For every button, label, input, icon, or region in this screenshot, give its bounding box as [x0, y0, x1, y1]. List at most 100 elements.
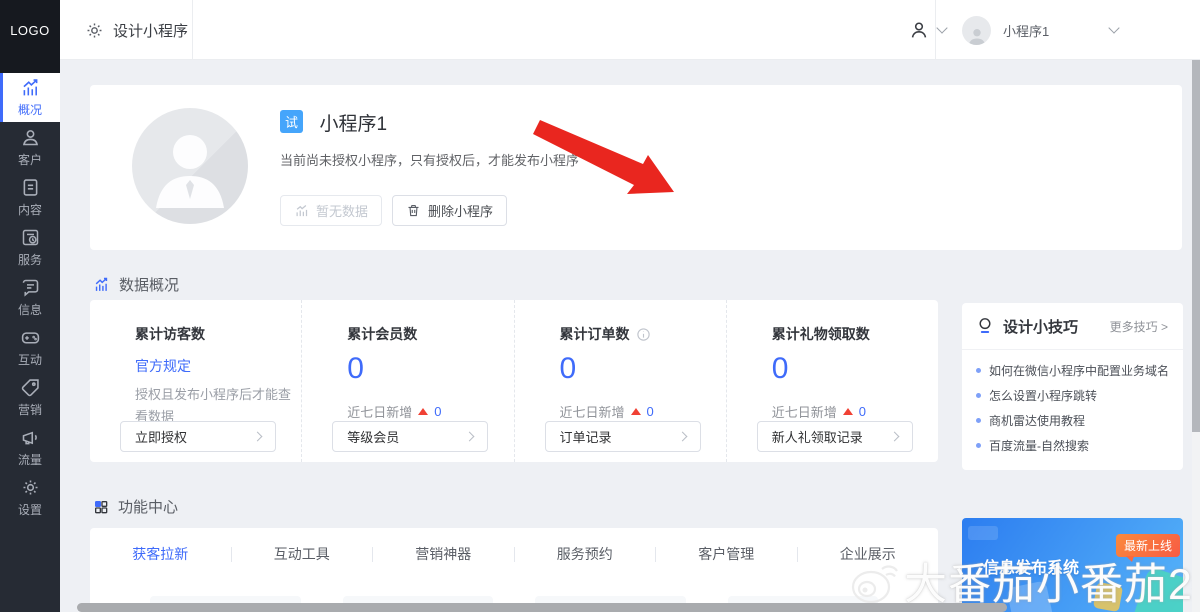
tips-title: 设计小技巧 [1003, 316, 1078, 337]
trial-badge: 试 [280, 110, 303, 133]
stat-title: 累计访客数 [135, 324, 301, 344]
increase-triangle-icon [418, 408, 428, 415]
bullet-icon [976, 393, 981, 398]
stat-button-label: 新人礼领取记录 [772, 427, 863, 446]
sidebar-item-content[interactable]: 内容 [0, 172, 60, 222]
tab-design-miniprogram[interactable]: 设计小程序 [60, 0, 193, 60]
vertical-scrollbar-thumb[interactable] [1192, 60, 1200, 432]
mini-chart-icon [294, 203, 309, 218]
user-menu[interactable] [908, 0, 946, 60]
no-data-label: 暂无数据 [316, 201, 368, 220]
sidebar-item-marketing[interactable]: 营销 [0, 372, 60, 422]
stat-button-label: 立即授权 [135, 427, 187, 446]
stat-button-label: 等级会员 [347, 427, 399, 446]
interaction-icon [20, 327, 41, 348]
account-menu[interactable]: 小程序1 [962, 0, 1049, 60]
info-publish-banner[interactable]: 信息发布系统 最新上线 [962, 518, 1183, 612]
sidebar-item-settings[interactable]: 设置 [0, 472, 60, 522]
stat-title: 累计礼物领取数 [772, 324, 938, 344]
customer-icon [20, 127, 41, 148]
content-icon [20, 177, 41, 198]
user-icon [908, 19, 930, 41]
sidebar-item-label: 信息 [18, 301, 42, 318]
chevron-right-icon [677, 432, 687, 442]
sidebar-item-messages[interactable]: 信息 [0, 272, 60, 322]
chevron-down-icon [1108, 22, 1119, 33]
sidebar-item-customers[interactable]: 客户 [0, 122, 60, 172]
horizontal-scrollbar-thumb[interactable] [77, 603, 1007, 612]
tab-acquire-customers[interactable]: 获客拉新 [90, 544, 231, 564]
feature-center-card: 获客拉新 互动工具 营销神器 服务预约 客户管理 企业展示 [90, 528, 938, 612]
stat-members: 累计会员数 0 近七日新增 0 等级会员 [301, 300, 513, 462]
miniprogram-profile-card: 试 小程序1 当前尚未授权小程序，只有授权后，才能发布小程序 暂无数据 删除小程… [90, 85, 1182, 250]
profile-info: 试 小程序1 当前尚未授权小程序，只有授权后，才能发布小程序 [280, 109, 579, 169]
delete-label: 删除小程序 [428, 201, 493, 220]
official-rules-link[interactable]: 官方规定 [135, 356, 301, 376]
sidebar-item-services[interactable]: 服务 [0, 222, 60, 272]
order-records-button[interactable]: 订单记录 [545, 421, 701, 452]
marketing-tag-icon [20, 377, 41, 398]
authorize-hint-text: 当前尚未授权小程序，只有授权后，才能发布小程序 [280, 150, 579, 169]
tip-text: 百度流量-自然搜索 [989, 438, 1089, 454]
tab-service-booking[interactable]: 服务预约 [515, 544, 656, 564]
tip-link[interactable]: 如何在微信小程序中配置业务域名? [976, 363, 1169, 379]
sidebar-item-label: 流量 [18, 451, 42, 468]
delta-label: 近七日新增 [347, 402, 412, 421]
chevron-right-icon [253, 432, 263, 442]
decoration [1131, 566, 1183, 612]
stat-value: 0 [347, 352, 513, 386]
stat-title: 累计会员数 [347, 324, 513, 344]
sidebar-item-label: 设置 [18, 501, 42, 518]
sidebar-item-interaction[interactable]: 互动 [0, 322, 60, 372]
increase-triangle-icon [631, 408, 641, 415]
message-icon [20, 277, 41, 298]
sidebar-item-overview[interactable]: 概况 [0, 73, 60, 122]
chevron-right-icon [889, 432, 899, 442]
tip-link[interactable]: 百度流量-自然搜索 [976, 438, 1169, 454]
stat-title: 累计订单数 [560, 324, 630, 344]
delta-value: 0 [647, 404, 654, 419]
tip-link[interactable]: 商机雷达使用教程 [976, 413, 1169, 429]
lamp-icon [977, 317, 993, 335]
account-avatar [962, 16, 991, 45]
decoration [968, 526, 998, 540]
delta-label: 近七日新增 [560, 402, 625, 421]
delta-value: 0 [859, 404, 866, 419]
authorize-now-button[interactable]: 立即授权 [120, 421, 276, 452]
vertical-scrollbar[interactable] [1192, 60, 1200, 612]
delta-label: 近七日新增 [772, 402, 837, 421]
stat-visitors: 累计访客数 官方规定 授权且发布小程序后才能查看数据 立即授权 [90, 300, 301, 462]
new-release-badge: 最新上线 [1116, 534, 1180, 557]
miniprogram-avatar [132, 108, 248, 224]
data-overview-header: 数据概况 [93, 274, 179, 295]
decoration [1093, 582, 1123, 612]
sidebar-item-label: 概况 [18, 101, 42, 118]
chart-overview-icon [20, 77, 41, 98]
account-name: 小程序1 [1003, 21, 1049, 40]
grid-icon [93, 499, 109, 515]
data-overview-card: 累计访客数 官方规定 授权且发布小程序后才能查看数据 立即授权 累计会员数 0 … [90, 300, 938, 462]
tab-marketing-tools[interactable]: 营销神器 [373, 544, 514, 564]
bullet-icon [976, 443, 981, 448]
info-icon[interactable] [636, 327, 651, 342]
top-header: LOGO 设计小程序 小程序1 [0, 0, 1200, 60]
stat-gifts: 累计礼物领取数 0 近七日新增 0 新人礼领取记录 [726, 300, 938, 462]
member-levels-button[interactable]: 等级会员 [332, 421, 488, 452]
no-data-button[interactable]: 暂无数据 [280, 195, 382, 226]
increase-triangle-icon [843, 408, 853, 415]
gift-records-button[interactable]: 新人礼领取记录 [757, 421, 913, 452]
tab-interactive-tools[interactable]: 互动工具 [232, 544, 373, 564]
decoration [1006, 580, 1053, 612]
delete-miniprogram-button[interactable]: 删除小程序 [392, 195, 507, 226]
tab-customer-management[interactable]: 客户管理 [656, 544, 797, 564]
sidebar-item-label: 服务 [18, 251, 42, 268]
sidebar-item-label: 营销 [18, 401, 42, 418]
tip-text: 怎么设置小程序跳转 [989, 388, 1097, 404]
design-tips-panel: 设计小技巧 更多技巧 > 如何在微信小程序中配置业务域名? 怎么设置小程序跳转 … [962, 303, 1183, 470]
sidebar-item-traffic[interactable]: 流量 [0, 422, 60, 472]
chart-overview-icon [93, 276, 110, 293]
chevron-down-icon [936, 22, 947, 33]
tab-enterprise-display[interactable]: 企业展示 [798, 544, 939, 564]
tip-link[interactable]: 怎么设置小程序跳转 [976, 388, 1169, 404]
more-tips-link[interactable]: 更多技巧 > [1110, 318, 1168, 335]
